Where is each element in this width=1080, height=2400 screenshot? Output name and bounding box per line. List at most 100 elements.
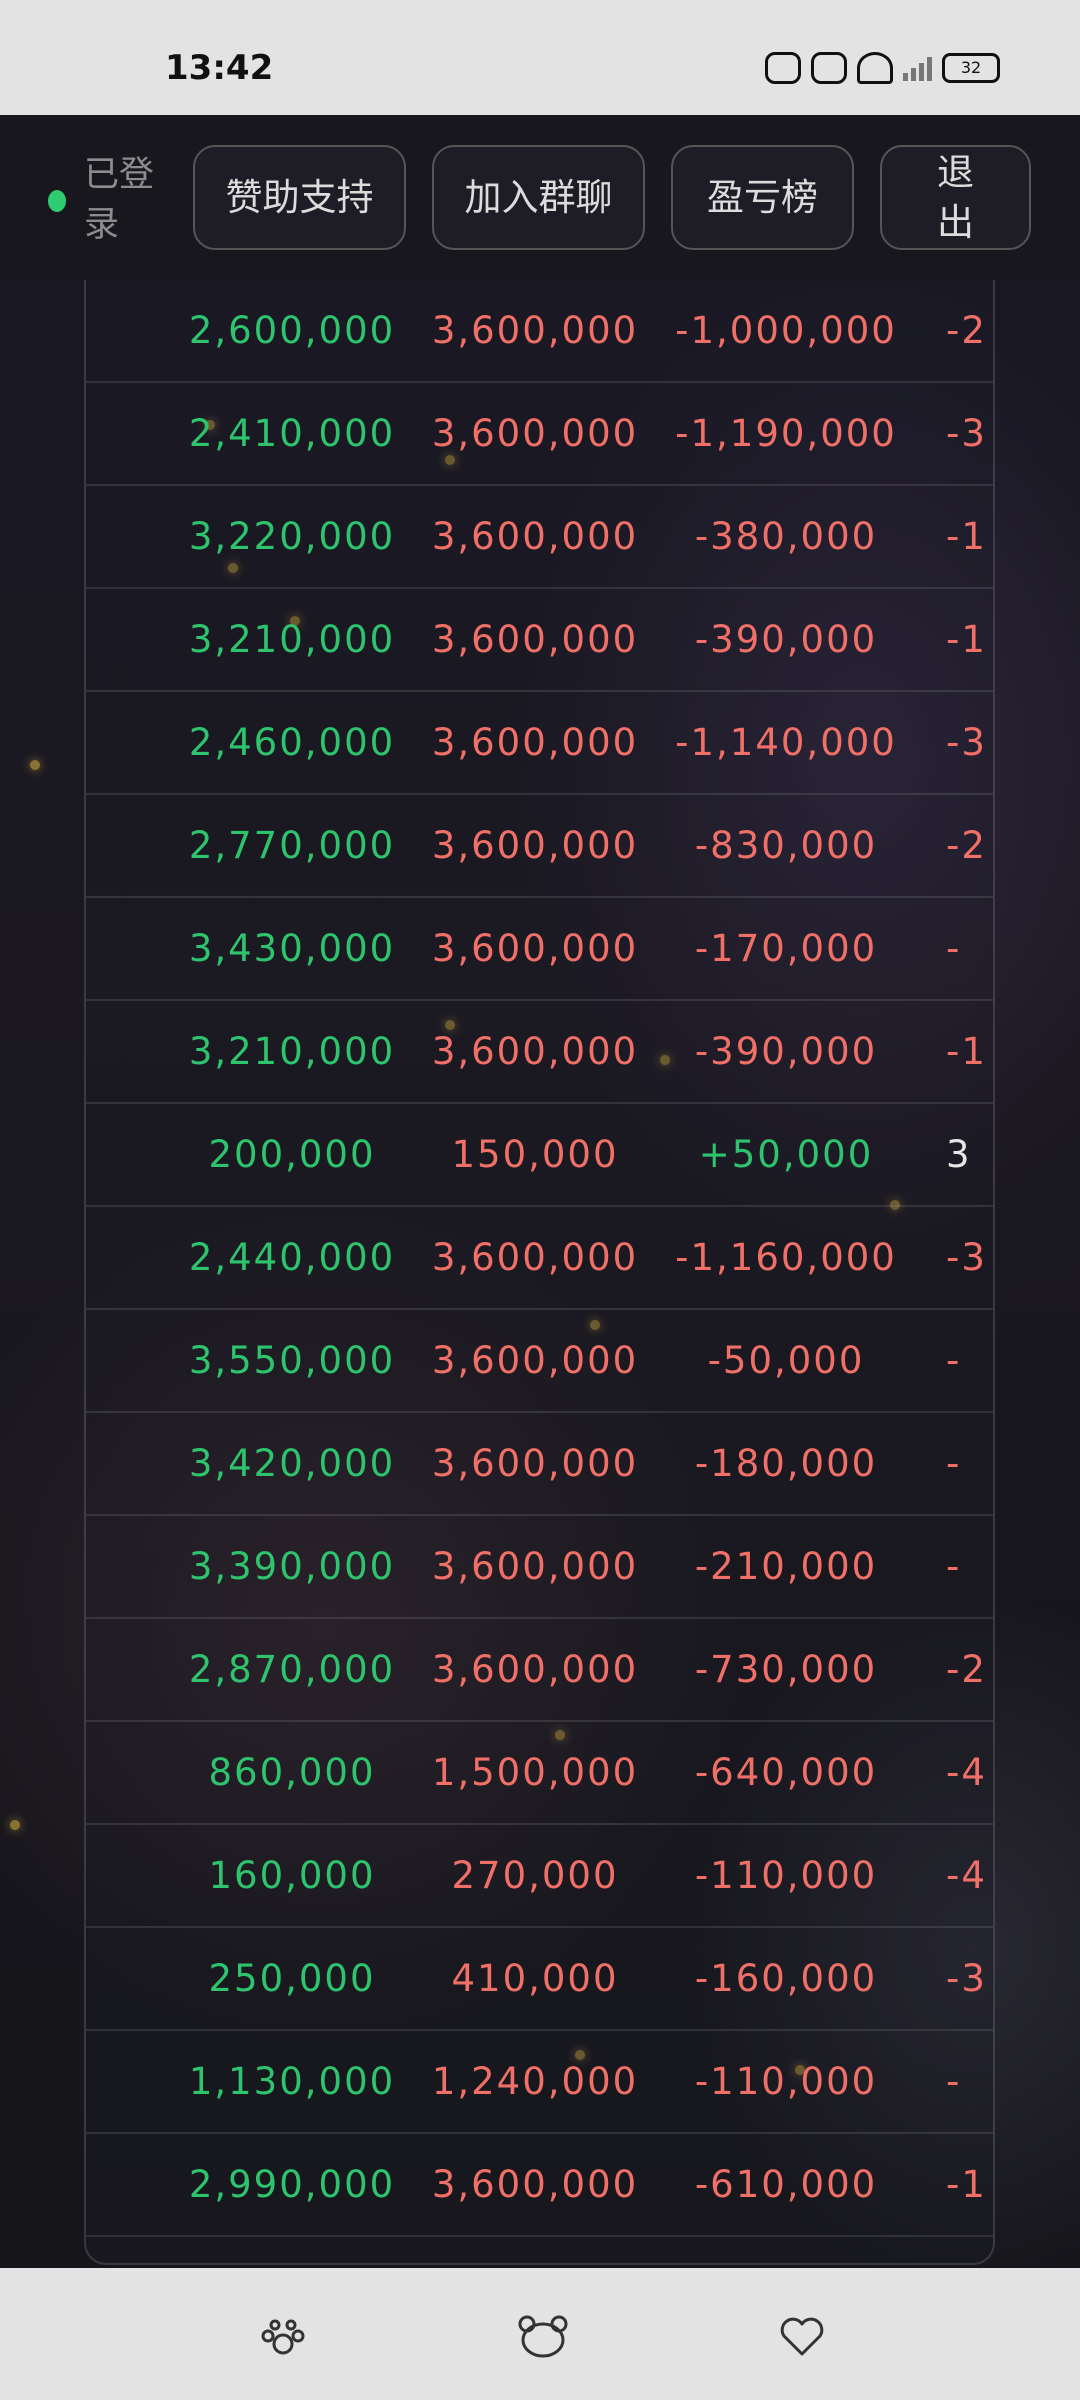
cell-balance: 860,000 <box>208 1751 376 1794</box>
heart-icon[interactable] <box>772 2306 832 2366</box>
cell-rate: - <box>946 927 962 970</box>
cell-principal: 3,600,000 <box>431 1442 639 1485</box>
cell-principal: 3,600,000 <box>431 1236 639 1279</box>
cell-profit-loss: -160,000 <box>694 1957 878 2000</box>
cell-principal: 3,600,000 <box>431 2163 639 2206</box>
cell-rate: -3 <box>946 1236 987 1279</box>
cell-principal: 3,600,000 <box>431 824 639 867</box>
cell-balance: 3,390,000 <box>188 1545 396 1588</box>
cell-profit-loss: -730,000 <box>694 1648 878 1691</box>
cell-profit-loss: -610,000 <box>694 2163 878 2206</box>
cell-balance: 3,220,000 <box>188 515 396 558</box>
logout-button-label: 退出 <box>937 150 974 244</box>
profit-loss-table[interactable]: 2,600,000 3,600,000 -1,000,000 -2 2,410,000 3… <box>84 280 995 2265</box>
cell-principal: 3,600,000 <box>431 1030 639 1073</box>
login-status-indicator <box>48 190 66 212</box>
table-row[interactable]: 3,210,000 3,600,000 -390,000 -1 <box>86 1001 993 1104</box>
cell-profit-loss: -1,160,000 <box>675 1236 897 1279</box>
table-row[interactable]: 3,390,000 3,600,000 -210,000 - <box>86 1516 993 1619</box>
leaderboard-button[interactable]: 盈亏榜 <box>671 145 854 250</box>
cell-principal: 3,600,000 <box>431 618 639 661</box>
table-row[interactable]: 2,770,000 3,600,000 -830,000 -2 <box>86 795 993 898</box>
leaderboard-button-label: 盈亏榜 <box>707 175 818 219</box>
cell-balance: 2,410,000 <box>188 412 396 455</box>
bear-icon[interactable] <box>513 2306 573 2366</box>
paw-icon[interactable] <box>253 2306 313 2366</box>
cell-rate: - <box>946 1339 962 1382</box>
table-row[interactable]: 2,460,000 3,600,000 -1,140,000 -3 <box>86 692 993 795</box>
cell-principal: 3,600,000 <box>431 927 639 970</box>
table-row[interactable]: 2,990,000 3,600,000 -610,000 -1 <box>86 2134 993 2237</box>
cell-profit-loss: -170,000 <box>694 927 878 970</box>
join-group-button[interactable]: 加入群聊 <box>432 145 645 250</box>
cell-principal: 1,240,000 <box>431 2060 639 2103</box>
cell-balance: 2,600,000 <box>188 309 396 352</box>
cell-rate: - <box>946 1442 962 1485</box>
table-row[interactable]: 3,220,000 3,600,000 -380,000 -1 <box>86 486 993 589</box>
cell-principal: 1,500,000 <box>431 1751 639 1794</box>
table-row[interactable]: 3,550,000 3,600,000 -50,000 - <box>86 1310 993 1413</box>
table-row[interactable]: 250,000 410,000 -160,000 -3 <box>86 1928 993 2031</box>
cell-principal: 3,600,000 <box>431 1648 639 1691</box>
table-row[interactable]: 2,440,000 3,600,000 -1,160,000 -3 <box>86 1207 993 1310</box>
cell-principal: 3,600,000 <box>431 1545 639 1588</box>
cell-principal: 3,600,000 <box>431 309 639 352</box>
cell-balance: 160,000 <box>208 1854 376 1897</box>
cell-rate: -3 <box>946 412 987 455</box>
glow-particle <box>30 760 40 770</box>
glow-particle <box>10 1820 20 1830</box>
cell-principal: 3,600,000 <box>431 412 639 455</box>
cell-balance: 2,990,000 <box>188 2163 396 2206</box>
table-row[interactable]: 2,600,000 3,600,000 -1,000,000 -2 <box>86 280 993 383</box>
cell-profit-loss: -110,000 <box>694 2060 878 2103</box>
cell-rate: -1 <box>946 618 987 661</box>
notification-icon <box>811 52 847 84</box>
cell-balance: 3,550,000 <box>188 1339 396 1382</box>
cell-principal: 3,600,000 <box>431 515 639 558</box>
cell-rate: -2 <box>946 824 987 867</box>
cell-rate: - <box>946 1545 962 1588</box>
cell-rate: -1 <box>946 515 987 558</box>
sponsor-button[interactable]: 赞助支持 <box>193 145 406 250</box>
battery-level: 32 <box>960 58 982 77</box>
cell-balance: 3,420,000 <box>188 1442 396 1485</box>
cell-balance: 2,460,000 <box>188 721 396 764</box>
login-status-label: 已登录 <box>84 155 155 245</box>
table-row[interactable]: 2,870,000 3,600,000 -730,000 -2 <box>86 1619 993 1722</box>
cell-balance: 1,130,000 <box>188 2060 396 2103</box>
cell-profit-loss: -210,000 <box>694 1545 878 1588</box>
cell-balance: 3,210,000 <box>188 1030 396 1073</box>
table-row[interactable]: 160,000 270,000 -110,000 -4 <box>86 1825 993 1928</box>
cell-profit-loss: -50,000 <box>707 1339 865 1382</box>
cell-profit-loss: -1,000,000 <box>675 309 897 352</box>
cell-profit-loss: -830,000 <box>694 824 878 867</box>
cell-rate: -4 <box>946 1751 987 1794</box>
cell-balance: 2,770,000 <box>188 824 396 867</box>
join-group-button-label: 加入群聊 <box>464 175 613 219</box>
cell-profit-loss: -390,000 <box>694 618 878 661</box>
cell-profit-loss: -1,140,000 <box>675 721 897 764</box>
table-row[interactable]: 2,410,000 3,600,000 -1,190,000 -3 <box>86 383 993 486</box>
table-row[interactable]: 3,210,000 3,600,000 -390,000 -1 <box>86 589 993 692</box>
cell-profit-loss: -390,000 <box>694 1030 878 1073</box>
cell-rate: 3 <box>946 1133 972 1176</box>
table-row[interactable]: 860,000 1,500,000 -640,000 -4 <box>86 1722 993 1825</box>
status-icons: 32 <box>765 52 1000 84</box>
cell-rate: -4 <box>946 1854 987 1897</box>
cell-rate: -1 <box>946 1030 987 1073</box>
cell-profit-loss: -110,000 <box>694 1854 878 1897</box>
notification-icon <box>765 52 801 84</box>
table-row[interactable]: 3,420,000 3,600,000 -180,000 - <box>86 1413 993 1516</box>
cell-profit-loss: -1,190,000 <box>675 412 897 455</box>
cell-balance: 2,870,000 <box>188 1648 396 1691</box>
cell-principal: 3,600,000 <box>431 1339 639 1382</box>
table-row[interactable]: 200,000 150,000 +50,000 3 <box>86 1104 993 1207</box>
table-row[interactable]: 3,430,000 3,600,000 -170,000 - <box>86 898 993 1001</box>
cell-rate: -3 <box>946 1957 987 2000</box>
cell-rate: -1 <box>946 2163 987 2206</box>
cell-profit-loss: +50,000 <box>698 1133 874 1176</box>
cell-rate: -2 <box>946 309 987 352</box>
logout-button[interactable]: 退出 <box>880 145 1031 250</box>
cell-profit-loss: -180,000 <box>694 1442 878 1485</box>
table-row[interactable]: 1,130,000 1,240,000 -110,000 - <box>86 2031 993 2134</box>
